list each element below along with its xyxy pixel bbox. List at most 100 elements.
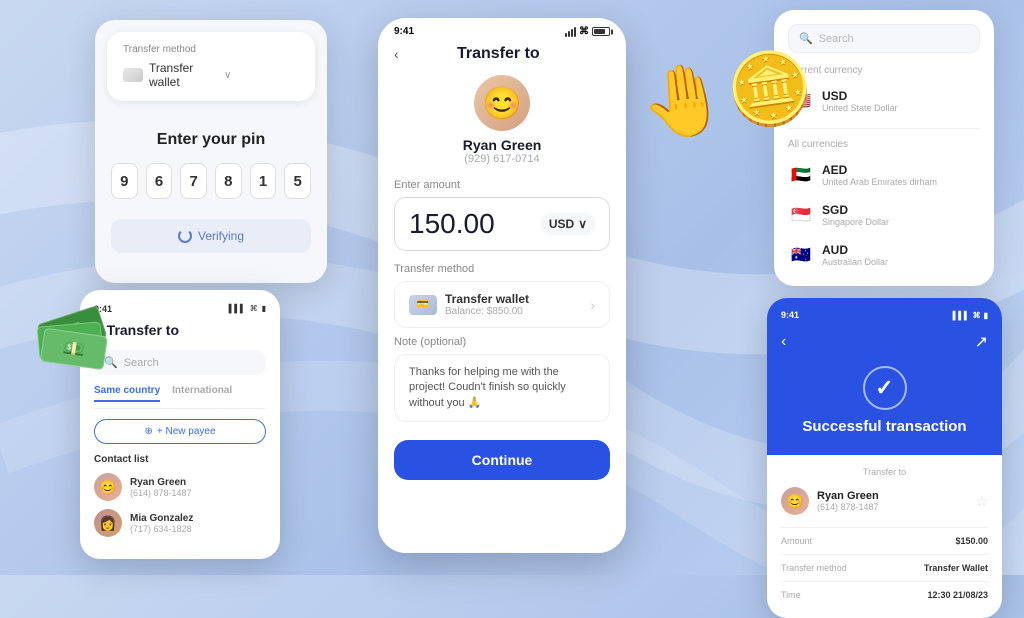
search-placeholder: Search <box>124 357 159 369</box>
tab-same-country[interactable]: Same country <box>94 385 160 402</box>
center-nav-row: ‹ Transfer to <box>378 41 626 75</box>
method-title: Transfer wallet <box>445 292 529 306</box>
enter-amount-label: Enter amount <box>394 179 610 191</box>
currency-text-usd: USD United State Dollar <box>822 89 898 113</box>
success-contact-row: 😊 Ryan Green (614) 878-1487 ☆ <box>781 487 988 515</box>
success-time: 9:41 <box>781 310 799 320</box>
currency-sgd[interactable]: 🇸🇬 SGD Singapore Dollar <box>788 198 980 232</box>
avatar-ryan: 😊 <box>94 473 122 501</box>
amount-input-box[interactable]: 150.00 USD ∨ <box>394 197 610 251</box>
method-info: Transfer wallet Balance: $850.00 <box>445 292 529 317</box>
pin-digit-3[interactable]: 7 <box>180 163 207 199</box>
amount-value: $150.00 <box>955 536 988 546</box>
card-icon <box>123 68 143 82</box>
success-divider-2 <box>781 554 988 555</box>
success-status-icons: ▌▌▌ ⌘ ▮ <box>953 311 988 320</box>
verifying-label: Verifying <box>198 229 244 243</box>
success-header: 9:41 ▌▌▌ ⌘ ▮ ‹ ↗ ✓ Successful transactio… <box>767 298 1002 455</box>
continue-button[interactable]: Continue <box>394 440 610 480</box>
contact-item-mia[interactable]: 👩 Mia Gonzalez (717) 634-1828 <box>94 509 266 537</box>
transfer-method-section-label: Transfer method <box>394 263 610 275</box>
contact-info-ryan: Ryan Green (614) 878-1487 <box>130 477 192 498</box>
success-contact-info: Ryan Green (614) 878-1487 <box>817 490 879 512</box>
pin-digit-4[interactable]: 8 <box>215 163 242 199</box>
transfer-method-row: Transfer wallet ∨ <box>123 61 299 89</box>
note-text: Thanks for helping me with the project! … <box>409 366 566 409</box>
currency-code-usd: USD <box>822 89 898 103</box>
time-row: Time 12:30 21/08/23 <box>781 590 988 600</box>
wifi-icon: ⌘ <box>973 311 981 320</box>
pin-digit-6[interactable]: 5 <box>284 163 311 199</box>
transfer-method-card: Transfer method Transfer wallet ∨ <box>107 32 315 101</box>
success-check-circle: ✓ <box>863 366 907 410</box>
recipient-phone: (929) 617-0714 <box>464 153 539 165</box>
battery-icon: ▮ <box>262 304 266 314</box>
share-button[interactable]: ↗ <box>975 332 988 352</box>
center-time: 9:41 <box>394 26 414 37</box>
chevron-down-icon: ∨ <box>578 217 587 231</box>
success-status-bar: 9:41 ▌▌▌ ⌘ ▮ <box>781 310 988 320</box>
success-divider-1 <box>781 527 988 528</box>
bar-2 <box>568 31 570 37</box>
currency-search-box[interactable]: 🔍 Search <box>788 24 980 53</box>
search-box[interactable]: 🔍 Search <box>94 350 266 375</box>
star-icon[interactable]: ☆ <box>975 493 988 510</box>
contact-name: Ryan Green <box>130 477 192 488</box>
current-currency-label: Current currency <box>788 65 980 76</box>
search-placeholder: Search <box>819 33 854 45</box>
transfer-to-panel: 9:41 ▌▌▌ ⌘ ▮ ‹ Transfer to 🔍 Search Same… <box>80 290 280 559</box>
success-recipient-name: Ryan Green <box>817 490 879 502</box>
currency-text-sgd: SGD Singapore Dollar <box>822 203 889 227</box>
currency-text-aed: AED United Arab Emirates dirham <box>822 163 937 187</box>
currency-selector[interactable]: USD ∨ <box>541 213 595 235</box>
pin-digit-5[interactable]: 1 <box>250 163 277 199</box>
center-back-button[interactable]: ‹ <box>394 46 399 62</box>
panel-title: Transfer to <box>107 322 179 338</box>
method-left: 💳 Transfer wallet Balance: $850.00 <box>409 292 529 317</box>
pin-title: Enter your pin <box>95 113 327 163</box>
transfer-method-detail-label: Transfer method <box>781 563 847 573</box>
transfer-to-label: Transfer to <box>781 467 988 477</box>
contact-phone: (614) 878-1487 <box>130 488 192 498</box>
success-nav-row: ‹ ↗ <box>781 332 988 352</box>
center-status-bar: 9:41 ⌘ <box>378 18 626 41</box>
signal-bars <box>565 27 576 37</box>
success-back-button[interactable]: ‹ <box>781 333 786 351</box>
new-payee-button[interactable]: ⊕ + New payee <box>94 419 266 444</box>
battery-icon: ▮ <box>984 311 988 320</box>
verifying-button[interactable]: Verifying <box>111 219 311 253</box>
note-section: Note (optional) Thanks for helping me wi… <box>378 336 626 430</box>
pin-digit-2[interactable]: 6 <box>146 163 173 199</box>
note-textarea[interactable]: Thanks for helping me with the project! … <box>394 354 610 422</box>
currency-aed[interactable]: 🇦🇪 AED United Arab Emirates dirham <box>788 158 980 192</box>
divider <box>788 128 980 129</box>
chevron-down-icon: ∨ <box>224 70 299 81</box>
contact-item-ryan[interactable]: 😊 Ryan Green (614) 878-1487 <box>94 473 266 501</box>
contact-name: Mia Gonzalez <box>130 513 193 524</box>
pin-digits-row: 9 6 7 8 1 5 <box>95 163 327 215</box>
tab-international[interactable]: International <box>172 385 232 402</box>
amount-value: 150.00 <box>409 208 495 240</box>
battery-fill <box>594 29 605 34</box>
flag-aud: 🇦🇺 <box>788 242 814 268</box>
transfer-method-detail-value: Transfer Wallet <box>924 563 988 573</box>
currency-code-sgd: SGD <box>822 203 889 217</box>
recipient-section: 😊 Ryan Green (929) 617-0714 <box>378 75 626 179</box>
time-label: Time <box>781 590 801 600</box>
transfer-method-row: Transfer method Transfer Wallet <box>781 563 988 573</box>
pin-digit-1[interactable]: 9 <box>111 163 138 199</box>
currency-aud[interactable]: 🇦🇺 AUD Australian Dollar <box>788 238 980 272</box>
all-currencies-label: All currencies <box>788 139 980 150</box>
nav-row: ‹ Transfer to <box>94 322 266 338</box>
transfer-method-selector[interactable]: 💳 Transfer wallet Balance: $850.00 › <box>394 281 610 328</box>
money-bills-decoration: 💵 💵 💵 <box>38 320 108 370</box>
bar-4 <box>574 27 576 37</box>
success-title: Successful transaction <box>781 418 988 435</box>
contact-phone: (717) 634-1828 <box>130 524 193 534</box>
time-value: 12:30 21/08/23 <box>927 590 988 600</box>
signal-icon: ▌▌▌ <box>953 311 970 320</box>
chevron-right-icon: › <box>590 297 595 313</box>
currency-name-usd: United State Dollar <box>822 103 898 113</box>
currency-name-aud: Australian Dollar <box>822 257 888 267</box>
transfer-method-value: Transfer wallet <box>149 61 224 89</box>
